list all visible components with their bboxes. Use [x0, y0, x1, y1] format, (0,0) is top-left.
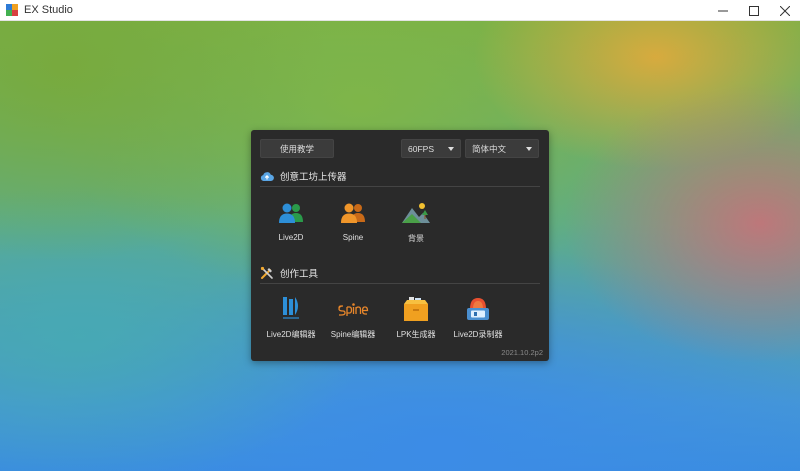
maximize-button[interactable] [738, 0, 769, 21]
upload-background-label: 背景 [408, 234, 424, 243]
spine-logo-icon [338, 303, 369, 316]
app-window: EX Studio 使用教学 60FPS 简体中文 创意工坊上传器 Live2D… [0, 0, 800, 471]
live2d-logo-icon [283, 297, 299, 319]
uploader-section-header: 创意工坊上传器 [260, 169, 347, 183]
box-icon [404, 297, 428, 321]
spine-editor-button[interactable]: Spine编辑器 [323, 295, 383, 340]
live2d-editor-button[interactable]: Live2D编辑器 [261, 295, 321, 340]
recorder-icon [467, 298, 489, 320]
upload-live2d-button[interactable]: Live2D [261, 199, 321, 242]
tools-section-title: 创作工具 [280, 269, 319, 280]
app-logo-icon [6, 4, 18, 16]
title-bar[interactable]: EX Studio [0, 0, 800, 21]
version-text: 2021.10.2p2 [501, 348, 543, 357]
live2d-recorder-button[interactable]: Live2D录制器 [448, 295, 508, 340]
close-button[interactable] [769, 0, 800, 21]
live2d-recorder-label: Live2D录制器 [453, 330, 503, 339]
upload-background-button[interactable]: 背景 [386, 199, 446, 244]
tutorial-button[interactable]: 使用教学 [260, 139, 334, 158]
window-title: EX Studio [24, 4, 73, 16]
close-icon [779, 5, 790, 16]
cloud-upload-icon [260, 171, 274, 181]
maximize-icon [748, 5, 759, 16]
live2d-users-icon [279, 203, 303, 223]
wallpaper-background: 使用教学 60FPS 简体中文 创意工坊上传器 Live2D Spine 背景 … [0, 21, 800, 471]
tools-icon [260, 266, 273, 279]
uploader-section-title: 创意工坊上传器 [280, 172, 347, 183]
spine-users-icon [341, 203, 365, 223]
chevron-down-icon [526, 147, 532, 151]
tools-section-header: 创作工具 [260, 266, 318, 280]
minimize-button[interactable] [707, 0, 738, 21]
upload-spine-button[interactable]: Spine [323, 199, 383, 242]
language-select-value: 简体中文 [472, 143, 507, 154]
uploader-divider [260, 186, 540, 187]
tools-divider [260, 283, 540, 284]
window-controls [707, 0, 800, 21]
spine-editor-label: Spine编辑器 [330, 330, 376, 339]
lpk-generator-button[interactable]: LPK生成器 [386, 295, 446, 340]
language-select[interactable]: 简体中文 [465, 139, 539, 158]
upload-live2d-label: Live2D [278, 233, 304, 242]
chevron-down-icon [448, 147, 454, 151]
landscape-icon [402, 203, 430, 223]
lpk-generator-label: LPK生成器 [396, 330, 436, 339]
launcher-panel: 使用教学 60FPS 简体中文 创意工坊上传器 Live2D Spine 背景 … [251, 130, 549, 361]
fps-select-value: 60FPS [408, 143, 434, 154]
minimize-icon [717, 10, 728, 11]
fps-select[interactable]: 60FPS [401, 139, 461, 158]
upload-spine-label: Spine [342, 233, 364, 242]
live2d-editor-label: Live2D编辑器 [266, 330, 316, 339]
